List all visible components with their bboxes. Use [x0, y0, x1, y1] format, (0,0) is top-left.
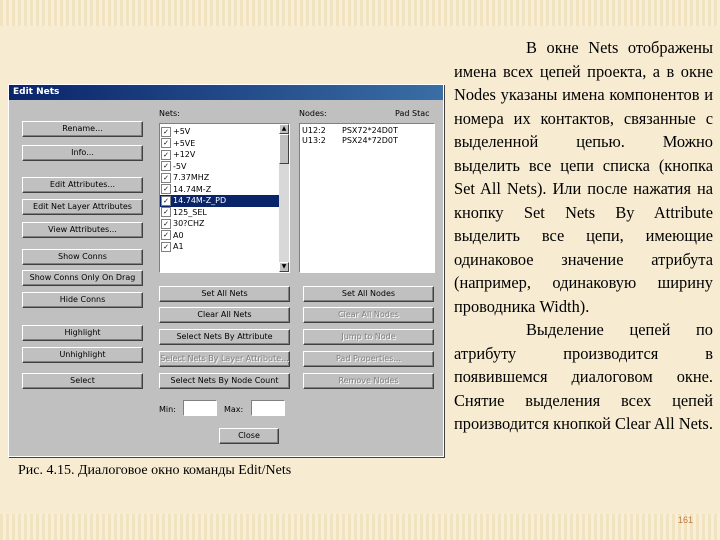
edit-nets-dialog: Edit Nets Rename... Info... Edit Attribu…	[8, 84, 444, 457]
show-conns-only-on-drag-button[interactable]: Show Conns Only On Drag	[22, 270, 143, 286]
node-pad-stack: PSX72*24D0T	[342, 126, 398, 135]
net-checkbox[interactable]: ✓	[161, 149, 171, 160]
nodes-list[interactable]: U12:2 PSX72*24D0T U13:2 PSX24*72D0T	[299, 123, 435, 273]
paragraph-2: Выделение цепей по атрибуту производится…	[454, 320, 713, 433]
max-field[interactable]	[251, 400, 285, 416]
dialog-title: Edit Nets	[9, 85, 443, 100]
net-checkbox[interactable]: ✓	[161, 172, 171, 183]
nets-scrollbar[interactable]: ▲ ▼	[279, 124, 289, 272]
node-pad-stack: PSX24*72D0T	[342, 136, 398, 145]
max-label: Max:	[224, 405, 244, 414]
clear-all-nodes-button[interactable]: Clear All Nodes	[303, 307, 434, 323]
net-row[interactable]: ✓ A1	[160, 241, 289, 253]
net-row[interactable]: ✓ 125_SEL	[160, 207, 289, 219]
clear-all-nets-button[interactable]: Clear All Nets	[159, 307, 290, 323]
close-button[interactable]: Close	[219, 428, 279, 444]
remove-nodes-button[interactable]: Remove Nodes	[303, 373, 434, 389]
view-attributes-button[interactable]: View Attributes...	[22, 222, 143, 238]
nets-label: Nets:	[159, 109, 180, 118]
edit-attributes-button[interactable]: Edit Attributes...	[22, 177, 143, 193]
net-name: -5V	[173, 161, 187, 171]
node-ref: U12:2	[302, 126, 326, 135]
info-button[interactable]: Info...	[22, 145, 143, 161]
scroll-down-icon[interactable]: ▼	[279, 262, 289, 272]
net-row[interactable]: ✓ +12V	[160, 149, 289, 161]
min-label: Min:	[159, 405, 176, 414]
scroll-thumb[interactable]	[279, 134, 289, 164]
edit-net-layer-attributes-button[interactable]: Edit Net Layer Attributes	[22, 199, 143, 215]
net-name: 125_SEL	[173, 207, 207, 217]
net-row[interactable]: ✓ +5V	[160, 126, 289, 138]
net-row[interactable]: ✓ +5VE	[160, 138, 289, 150]
net-name: 30?CHZ	[173, 219, 205, 228]
net-row[interactable]: ✓ 7.37MHZ	[160, 172, 289, 184]
net-checkbox[interactable]: ✓	[161, 126, 171, 137]
net-name: 7.37MHZ	[173, 173, 210, 182]
nodes-label: Nodes:	[299, 109, 327, 118]
select-button[interactable]: Select	[22, 373, 143, 389]
net-checkbox[interactable]: ✓	[161, 161, 171, 171]
net-name: A0	[173, 230, 184, 240]
figure-caption: Рис. 4.15. Диалоговое окно команды Edit/…	[18, 463, 292, 478]
highlight-button[interactable]: Highlight	[22, 325, 143, 341]
select-nets-by-node-count-button[interactable]: Select Nets By Node Count	[159, 373, 290, 389]
set-all-nodes-button[interactable]: Set All Nodes	[303, 286, 434, 302]
body-text: В окне Nets отображены имена всех цепей …	[454, 36, 713, 436]
hide-conns-button[interactable]: Hide Conns	[22, 292, 143, 308]
net-checkbox[interactable]: ✓	[161, 184, 171, 194]
nets-list[interactable]: ✓ +5V ✓ +5VE ✓ +12V ✓ -5V ✓ 7.37MHZ ✓ 14.74M-Z ✓ 14.7…	[159, 123, 290, 273]
net-checkbox[interactable]: ✓	[161, 230, 171, 240]
paragraph-1: В окне Nets отображены имена всех цепей …	[454, 38, 713, 316]
node-row[interactable]: U12:2 PSX72*24D0T	[300, 126, 434, 136]
select-nets-by-attribute-button[interactable]: Select Nets By Attribute	[159, 329, 290, 345]
select-nets-by-layer-attribute-button[interactable]: Select Nets By Layer Attribute...	[159, 351, 290, 367]
net-checkbox[interactable]: ✓	[161, 207, 171, 217]
net-row[interactable]: ✓ 30?CHZ	[160, 218, 289, 230]
net-row[interactable]: ✓ -5V	[160, 161, 289, 173]
page-number: 161	[678, 515, 694, 525]
show-conns-button[interactable]: Show Conns	[22, 249, 143, 265]
rename-button[interactable]: Rename...	[22, 121, 143, 137]
scroll-up-icon[interactable]: ▲	[279, 124, 289, 134]
net-checkbox[interactable]: ✓	[161, 218, 171, 229]
net-name: +5VE	[173, 138, 196, 148]
set-all-nets-button[interactable]: Set All Nets	[159, 286, 290, 302]
net-name: 14.74M-Z	[173, 184, 212, 194]
net-checkbox[interactable]: ✓	[161, 241, 171, 252]
unhighlight-button[interactable]: Unhighlight	[22, 347, 143, 363]
net-name: A1	[173, 242, 184, 251]
net-name: 14.74M-Z_PD	[173, 196, 227, 205]
net-row[interactable]: ✓ 14.74M-Z	[160, 184, 289, 196]
net-checkbox[interactable]: ✓	[161, 195, 171, 206]
node-row[interactable]: U13:2 PSX24*72D0T	[300, 136, 434, 146]
net-name: +12V	[173, 150, 196, 159]
net-name: +5V	[173, 127, 191, 136]
jump-to-node-button[interactable]: Jump to Node	[303, 329, 434, 345]
pad-properties-button[interactable]: Pad Properties...	[303, 351, 434, 367]
net-checkbox[interactable]: ✓	[161, 138, 171, 148]
pad-stacks-label: Pad Stac	[395, 109, 430, 118]
net-row[interactable]: ✓ 14.74M-Z_PD	[160, 195, 289, 207]
top-decorative-stripe	[0, 0, 720, 26]
bottom-decorative-stripe	[0, 514, 720, 540]
net-row[interactable]: ✓ A0	[160, 230, 289, 242]
node-ref: U13:2	[302, 136, 326, 145]
min-field[interactable]	[183, 400, 217, 416]
